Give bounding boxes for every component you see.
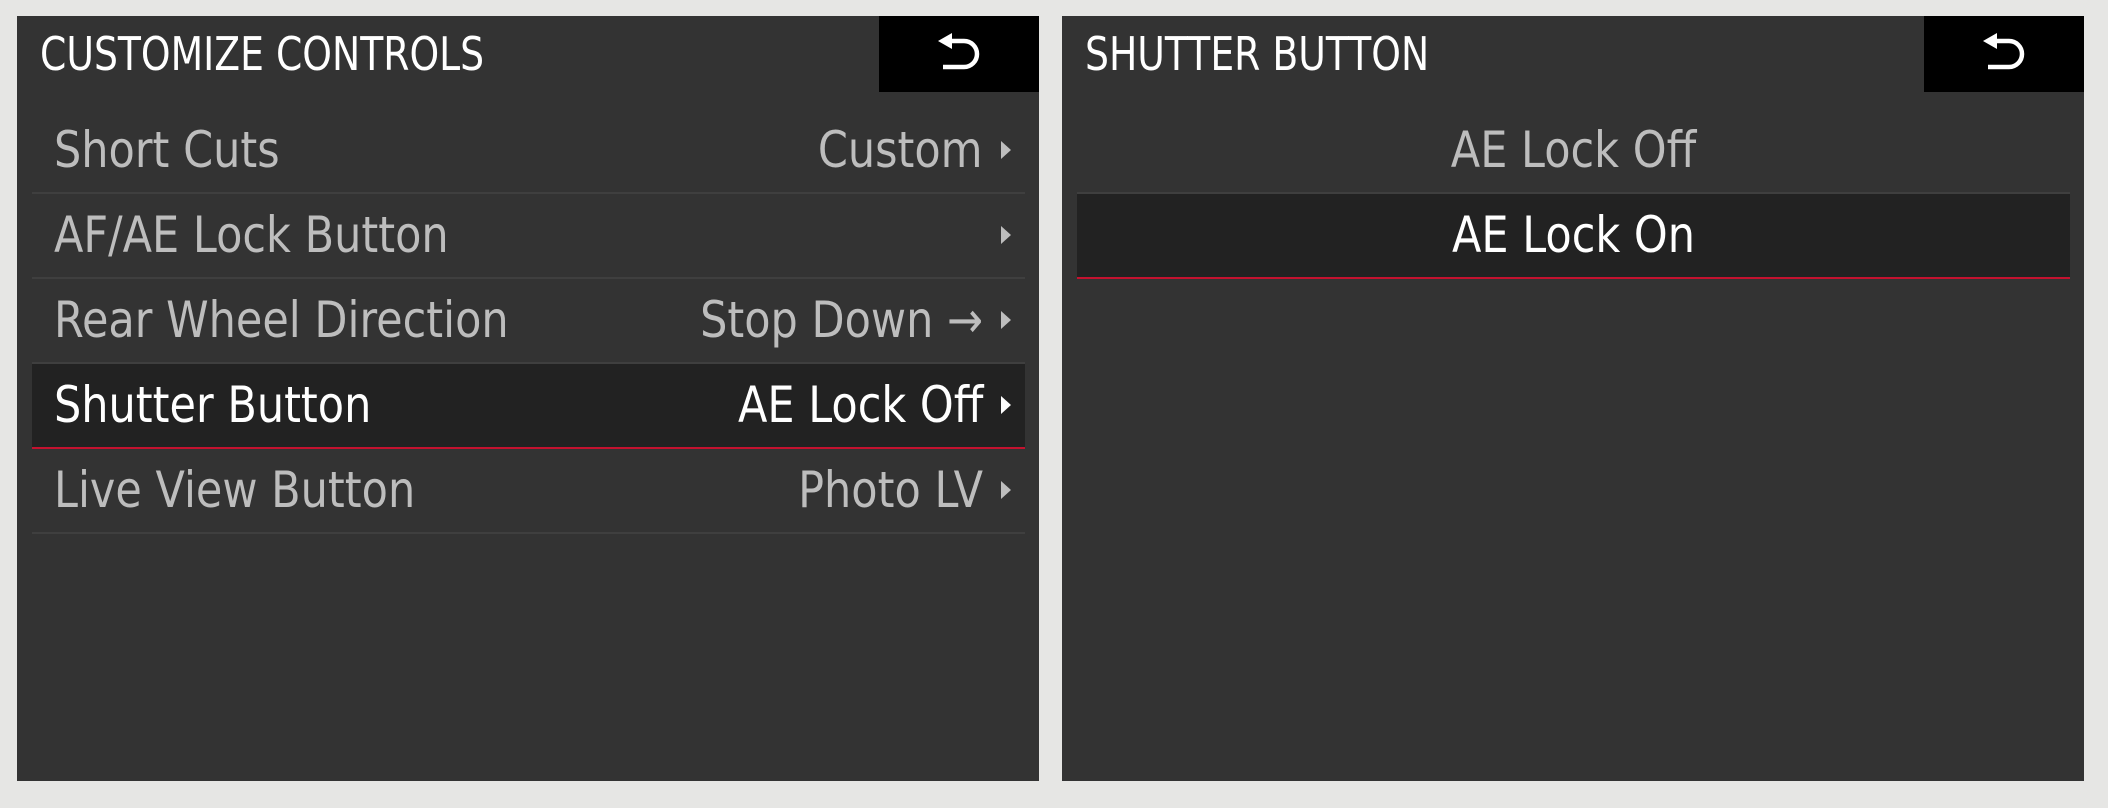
screen-header: CUSTOMIZE CONTROLS [17, 16, 1039, 92]
back-arrow-icon [938, 33, 980, 70]
menu-item-rear-wheel-direction[interactable]: Rear Wheel Direction Stop Down → [32, 279, 1025, 364]
menu-item-live-view-button[interactable]: Live View Button Photo LV [32, 449, 1025, 534]
back-button[interactable] [1924, 16, 2084, 92]
back-arrow-icon [1983, 33, 2025, 70]
chevron-right-icon [1001, 226, 1011, 244]
menu-item-label: Rear Wheel Direction [54, 291, 509, 349]
option-ae-lock-on[interactable]: AE Lock On [1077, 194, 2070, 279]
menu-item-value: Photo LV [798, 461, 983, 519]
menu-item-shutter-button[interactable]: Shutter Button AE Lock Off [32, 364, 1025, 449]
menu-item-label: Live View Button [54, 461, 416, 519]
menu-item-label: Shutter Button [54, 376, 372, 434]
chevron-right-icon [1001, 141, 1011, 159]
shutter-button-screen: SHUTTER BUTTON AE Lock Off AE Lock On [1062, 16, 2084, 781]
menu-item-af-ae-lock-button[interactable]: AF/AE Lock Button [32, 194, 1025, 279]
menu-item-label: Short Cuts [54, 121, 280, 179]
chevron-right-icon [1001, 311, 1011, 329]
back-button[interactable] [879, 16, 1039, 92]
chevron-right-icon [1001, 481, 1011, 499]
chevron-right-icon [1001, 396, 1011, 414]
screen-title: CUSTOMIZE CONTROLS [40, 27, 485, 81]
option-label: AE Lock On [1451, 206, 1696, 264]
customize-controls-screen: CUSTOMIZE CONTROLS Short Cuts Custom AF/… [17, 16, 1039, 781]
option-ae-lock-off[interactable]: AE Lock Off [1077, 109, 2070, 194]
screen-header: SHUTTER BUTTON [1062, 16, 2084, 92]
menu-item-value: AE Lock Off [737, 376, 983, 434]
menu-item-value: Custom [818, 121, 983, 179]
options-menu: AE Lock Off AE Lock On [1077, 109, 2070, 279]
screen-title: SHUTTER BUTTON [1085, 27, 1430, 81]
menu-item-label: AF/AE Lock Button [54, 206, 449, 264]
option-label: AE Lock Off [1450, 121, 1697, 179]
settings-menu: Short Cuts Custom AF/AE Lock Button Rear… [32, 109, 1025, 534]
menu-item-short-cuts[interactable]: Short Cuts Custom [32, 109, 1025, 194]
menu-item-value: Stop Down → [700, 291, 983, 349]
